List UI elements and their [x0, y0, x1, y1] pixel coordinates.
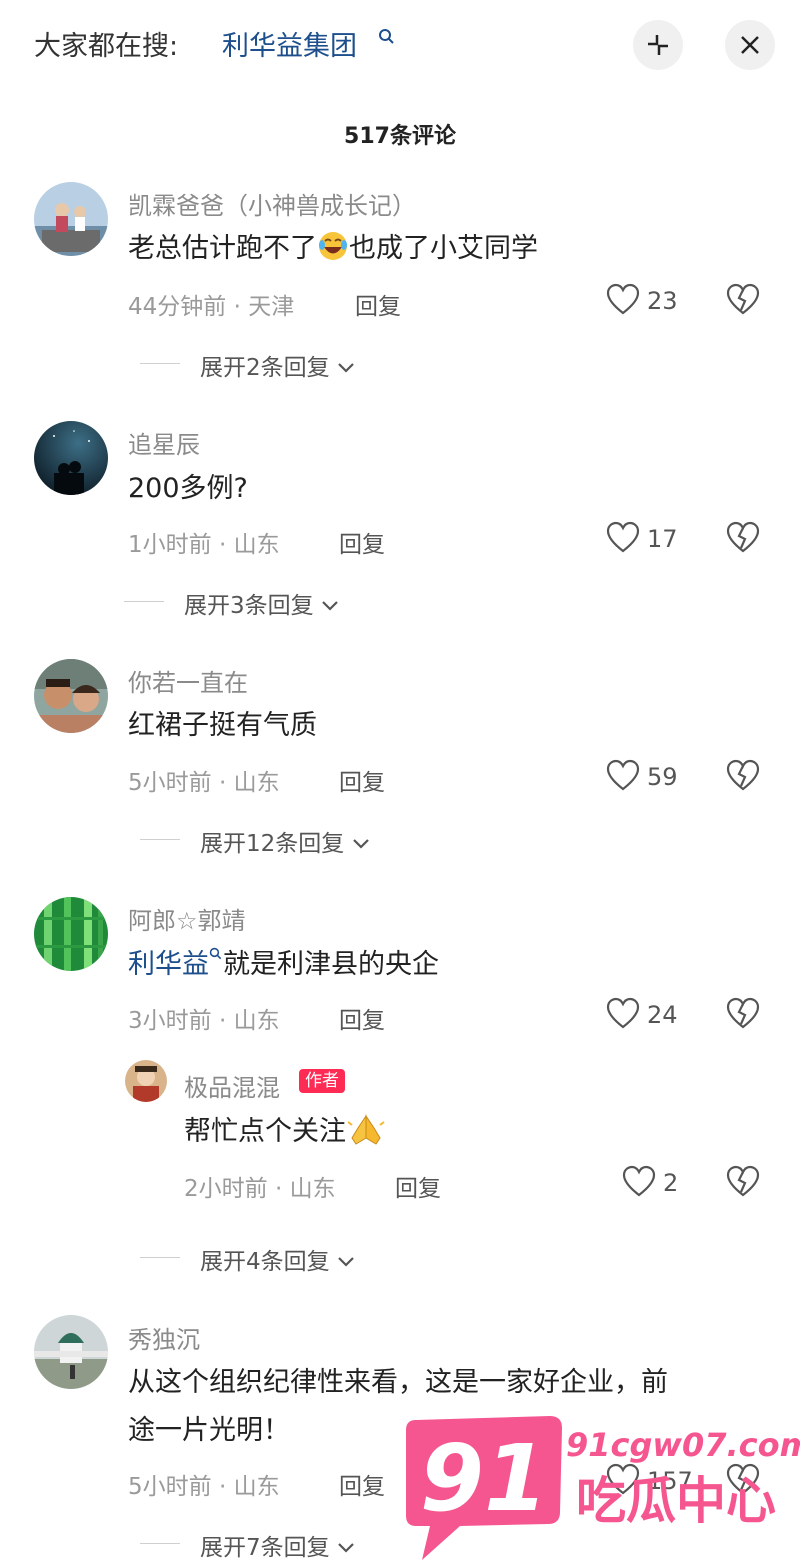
- username[interactable]: 凯霖爸爸（小神兽成长记）: [128, 186, 416, 221]
- close-button[interactable]: [725, 20, 775, 70]
- expand-replies-button[interactable]: 展开7条回复: [200, 1528, 355, 1562]
- expand-replies-button[interactable]: 展开2条回复: [200, 348, 355, 382]
- like-heart-icon[interactable]: [606, 759, 640, 793]
- dislike-broken-heart-icon[interactable]: [726, 283, 760, 317]
- reply-button[interactable]: 回复: [339, 763, 385, 797]
- timestamp-location: 2小时前 · 山东: [184, 1176, 336, 1202]
- dislike-broken-heart-icon[interactable]: [726, 997, 760, 1031]
- top-bar: 大家都在搜: 利华益集团: [0, 0, 800, 90]
- watermark-number: 91: [420, 1425, 548, 1532]
- collapse-button[interactable]: [633, 20, 683, 70]
- praying-hands-emoji-icon: [347, 1114, 385, 1145]
- laughing-emoji-icon: [319, 232, 347, 260]
- expand-replies-button[interactable]: 展开3条回复: [184, 586, 339, 620]
- search-icon[interactable]: [378, 28, 396, 46]
- like-heart-icon[interactable]: [606, 997, 640, 1031]
- comment-text: 200多例?: [128, 473, 248, 504]
- avatar[interactable]: [34, 182, 108, 256]
- reply-button[interactable]: 回复: [339, 1467, 385, 1501]
- chevron-down-icon: [322, 601, 338, 611]
- expand-replies-button[interactable]: 展开4条回复: [200, 1242, 355, 1276]
- comment-count: 517条评论: [344, 124, 456, 149]
- collapse-icon: [648, 35, 668, 55]
- chevron-down-icon: [338, 1543, 354, 1553]
- expand-replies-button[interactable]: 展开12条回复: [200, 824, 370, 858]
- username[interactable]: 秀独沉: [128, 1320, 200, 1355]
- username[interactable]: 阿郎☆郭靖: [128, 901, 246, 936]
- like-count: 23: [647, 287, 678, 315]
- dislike-broken-heart-icon[interactable]: [726, 759, 760, 793]
- site-watermark-logo: 91 91cgw07.com 吃瓜中心: [406, 1416, 800, 1560]
- timestamp-location: 1小时前 · 山东: [128, 532, 280, 558]
- comment-text: 老总估计跑不了 也成了小艾同学: [128, 225, 538, 273]
- like-count: 24: [647, 1001, 678, 1029]
- like-heart-icon[interactable]: [606, 283, 640, 317]
- divider: [124, 601, 164, 602]
- comment-text: 帮忙点个关注: [184, 1108, 386, 1156]
- comment-text: 红裙子挺有气质: [128, 710, 317, 741]
- timestamp-location: 44分钟前 · 天津: [128, 294, 295, 320]
- avatar[interactable]: [34, 1315, 108, 1389]
- username[interactable]: 极品混混: [184, 1068, 280, 1103]
- search-icon[interactable]: [209, 947, 223, 961]
- username[interactable]: 你若一直在: [128, 663, 248, 698]
- like-count: 17: [647, 525, 678, 553]
- chevron-down-icon: [338, 363, 354, 373]
- like-heart-icon[interactable]: [622, 1165, 656, 1199]
- search-link[interactable]: 利华益: [128, 949, 209, 980]
- reply-button[interactable]: 回复: [395, 1169, 441, 1203]
- trending-search-term[interactable]: 利华益集团: [222, 24, 357, 63]
- comment-text: 利华益 就是利津县的央企: [128, 947, 439, 980]
- timestamp-location: 3小时前 · 山东: [128, 1008, 280, 1034]
- avatar[interactable]: [34, 659, 108, 733]
- like-count: 59: [647, 763, 678, 791]
- avatar[interactable]: [125, 1060, 167, 1102]
- author-badge: 作者: [299, 1069, 345, 1093]
- divider: [140, 1543, 180, 1544]
- reply-button[interactable]: 回复: [339, 525, 385, 559]
- timestamp-location: 5小时前 · 山东: [128, 1474, 280, 1500]
- dislike-broken-heart-icon[interactable]: [726, 1165, 760, 1199]
- reply-button[interactable]: 回复: [355, 287, 401, 321]
- username[interactable]: 追星辰: [128, 425, 200, 460]
- close-icon: [741, 36, 759, 54]
- like-heart-icon[interactable]: [606, 521, 640, 555]
- watermark-name: 吃瓜中心: [576, 1472, 776, 1530]
- avatar[interactable]: [34, 421, 108, 495]
- timestamp-location: 5小时前 · 山东: [128, 770, 280, 796]
- trending-label: 大家都在搜:: [34, 31, 179, 62]
- divider: [140, 1257, 180, 1258]
- watermark-domain: 91cgw07.com: [566, 1426, 800, 1464]
- chevron-down-icon: [352, 839, 369, 849]
- avatar[interactable]: [34, 897, 108, 971]
- like-count: 2: [663, 1169, 679, 1197]
- chevron-down-icon: [338, 1257, 354, 1267]
- divider: [140, 363, 180, 364]
- dislike-broken-heart-icon[interactable]: [726, 521, 760, 555]
- reply-button[interactable]: 回复: [339, 1001, 385, 1035]
- divider: [140, 839, 180, 840]
